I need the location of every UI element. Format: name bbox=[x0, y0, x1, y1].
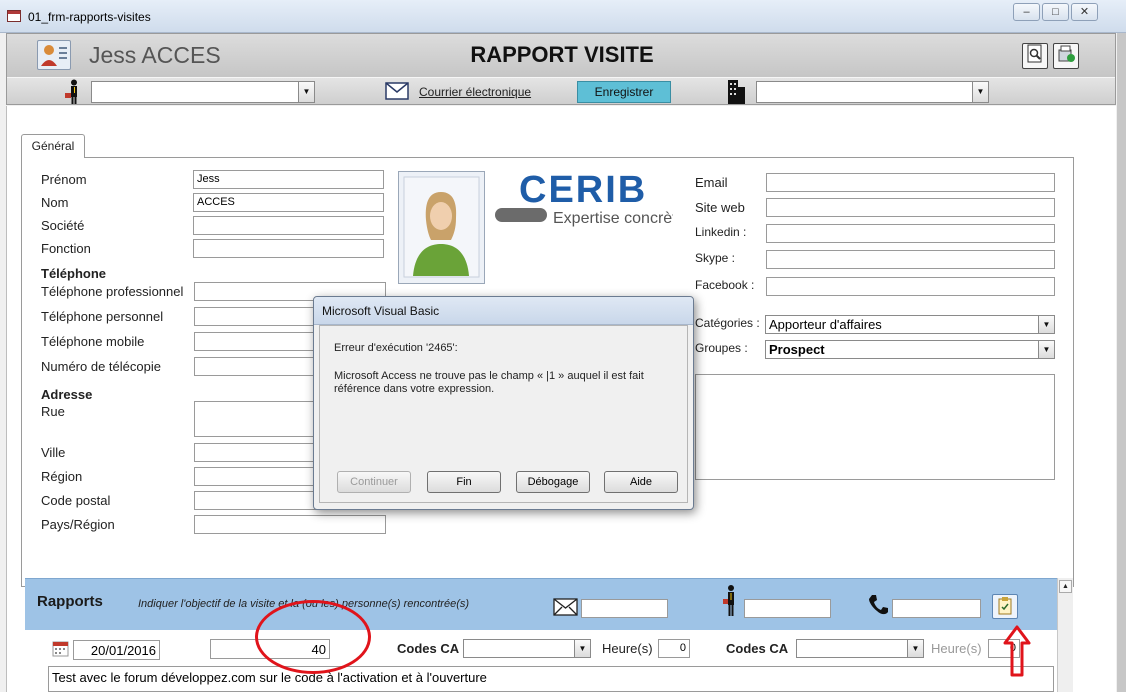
rapport-email-field[interactable] bbox=[581, 599, 668, 618]
linkedin-field[interactable] bbox=[766, 224, 1055, 243]
phone-icon[interactable] bbox=[868, 594, 888, 616]
prenom-field[interactable]: Jess bbox=[193, 170, 384, 189]
site-web-label: Site web bbox=[695, 200, 745, 215]
restore-button[interactable]: □ bbox=[1042, 3, 1069, 21]
enregistrer-button[interactable]: Enregistrer bbox=[577, 81, 671, 103]
pays-field[interactable] bbox=[194, 515, 386, 534]
calendar-icon[interactable] bbox=[52, 640, 69, 657]
aide-button[interactable]: Aide bbox=[604, 471, 678, 493]
adresse-section-title: Adresse bbox=[41, 387, 93, 402]
salesman-icon bbox=[723, 585, 734, 616]
heures-label-1: Heure(s) bbox=[602, 641, 653, 656]
nom-field[interactable]: ACCES bbox=[193, 193, 384, 212]
telephone-section-title: Téléphone bbox=[41, 266, 107, 281]
site-web-field[interactable] bbox=[766, 198, 1055, 217]
facebook-label: Facebook : bbox=[695, 278, 755, 292]
chevron-down-icon[interactable]: ▼ bbox=[907, 640, 923, 657]
skype-label: Skype : bbox=[695, 251, 736, 265]
person-avatar-icon bbox=[403, 176, 480, 278]
tel-mobile-label: Téléphone mobile bbox=[41, 334, 145, 349]
fonction-field[interactable] bbox=[193, 239, 384, 258]
debogage-button[interactable]: Débogage bbox=[516, 471, 590, 493]
codes-ca-label-2: Codes CA bbox=[726, 641, 789, 656]
rapports-title: Rapports bbox=[37, 593, 103, 610]
fin-button[interactable]: Fin bbox=[427, 471, 501, 493]
salesman-icon bbox=[65, 79, 77, 104]
svg-text:Expertise concrète: Expertise concrète bbox=[553, 210, 673, 227]
tel-perso-label: Téléphone personnel bbox=[41, 309, 164, 324]
notes-field[interactable] bbox=[695, 374, 1055, 480]
categories-combo[interactable]: Apporteur d'affaires ▼ bbox=[765, 315, 1055, 334]
print-preview-icon[interactable] bbox=[1022, 43, 1048, 69]
clipboard-check-icon[interactable] bbox=[992, 594, 1018, 619]
ville-label: Ville bbox=[41, 445, 66, 460]
pays-label: Pays/Région bbox=[41, 517, 115, 532]
region-label: Région bbox=[41, 469, 83, 484]
fonction-label: Fonction bbox=[41, 241, 91, 256]
dialog-title: Microsoft Visual Basic bbox=[314, 297, 693, 325]
close-button[interactable]: ✕ bbox=[1071, 3, 1098, 21]
form-icon bbox=[7, 10, 21, 22]
envelope-icon[interactable] bbox=[553, 598, 578, 616]
form-title: RAPPORT VISITE bbox=[470, 42, 654, 67]
vba-error-dialog: Microsoft Visual Basic Erreur d'exécutio… bbox=[313, 296, 694, 510]
chevron-down-icon[interactable]: ▼ bbox=[298, 82, 314, 102]
close-form-icon[interactable] bbox=[1053, 43, 1079, 69]
prenom-label: Prénom bbox=[41, 172, 87, 187]
rapport-row: 20/01/2016 40 Codes CA ▼ Heure(s) 0 Code… bbox=[25, 630, 1057, 692]
chevron-down-icon[interactable]: ▼ bbox=[1038, 341, 1054, 358]
chevron-down-icon[interactable]: ▼ bbox=[1038, 316, 1054, 333]
courrier-electronique-link[interactable]: Courrier électronique bbox=[419, 85, 531, 99]
building-icon bbox=[728, 80, 745, 104]
rapport-phone-field[interactable] bbox=[892, 599, 981, 618]
categories-label: Catégories : bbox=[695, 316, 760, 330]
dialog-message: Microsoft Access ne trouve pas le champ … bbox=[334, 370, 644, 395]
chevron-down-icon[interactable]: ▼ bbox=[972, 82, 988, 102]
tel-pro-label: Téléphone professionnel bbox=[41, 284, 184, 299]
annotation-circle bbox=[255, 600, 371, 674]
continuer-button[interactable]: Continuer bbox=[337, 471, 411, 493]
societe-field[interactable] bbox=[193, 216, 384, 235]
email-field[interactable] bbox=[766, 173, 1055, 192]
chevron-down-icon[interactable]: ▼ bbox=[574, 640, 590, 657]
svg-text:CERIB: CERIB bbox=[519, 170, 647, 211]
rapports-header: Rapports Indiquer l'objectif de la visit… bbox=[25, 578, 1057, 630]
email-label: Email bbox=[695, 175, 728, 190]
nom-label: Nom bbox=[41, 195, 69, 210]
skype-field[interactable] bbox=[766, 250, 1055, 269]
rapport-person-field[interactable] bbox=[744, 599, 831, 618]
heures-label-2: Heure(s) bbox=[931, 641, 982, 656]
codes-ca-combo-1[interactable]: ▼ bbox=[463, 639, 591, 658]
heures-field-1[interactable]: 0 bbox=[658, 639, 690, 658]
cerib-logo: CERIB Expertise concrète bbox=[493, 169, 686, 230]
envelope-icon[interactable] bbox=[385, 82, 409, 100]
dialog-error-code: Erreur d'exécution '2465': bbox=[334, 342, 458, 354]
scroll-up-icon[interactable]: ▲ bbox=[1059, 580, 1072, 593]
rapport-comment-field[interactable]: Test avec le forum développez.com sur le… bbox=[48, 666, 1054, 692]
header-toolbar: ▼ Courrier électronique Enregistrer ▼ bbox=[7, 77, 1115, 104]
window-titlebar: 01_frm-rapports-visites – □ ✕ bbox=[0, 0, 1126, 33]
rapports-scrollbar[interactable]: ▲ bbox=[1057, 578, 1073, 692]
groupes-label: Groupes : bbox=[695, 341, 748, 355]
groupes-combo[interactable]: Prospect ▼ bbox=[765, 340, 1055, 359]
facebook-field[interactable] bbox=[766, 277, 1055, 296]
minimize-button[interactable]: – bbox=[1013, 3, 1040, 21]
annotation-arrow-icon bbox=[1003, 625, 1031, 677]
tab-general[interactable]: Général bbox=[21, 134, 85, 158]
window-border bbox=[1117, 33, 1126, 692]
linkedin-label: Linkedin : bbox=[695, 225, 747, 239]
company-combo[interactable]: ▼ bbox=[756, 81, 989, 103]
code-postal-label: Code postal bbox=[41, 493, 111, 508]
rapport-date-field[interactable]: 20/01/2016 bbox=[73, 640, 160, 660]
dialog-content: Erreur d'exécution '2465': Microsoft Acc… bbox=[319, 325, 688, 503]
telecopie-label: Numéro de télécopie bbox=[41, 359, 161, 374]
contact-combo[interactable]: ▼ bbox=[91, 81, 315, 103]
codes-ca-combo-2[interactable]: ▼ bbox=[796, 639, 924, 658]
contact-photo[interactable] bbox=[398, 171, 485, 284]
form-header: Jess ACCES RAPPORT VISITE ▼ Courrier éle… bbox=[6, 33, 1116, 105]
codes-ca-label-1: Codes CA bbox=[397, 641, 460, 656]
societe-label: Société bbox=[41, 218, 85, 233]
window-title: 01_frm-rapports-visites bbox=[28, 10, 151, 24]
rue-label: Rue bbox=[41, 404, 65, 419]
